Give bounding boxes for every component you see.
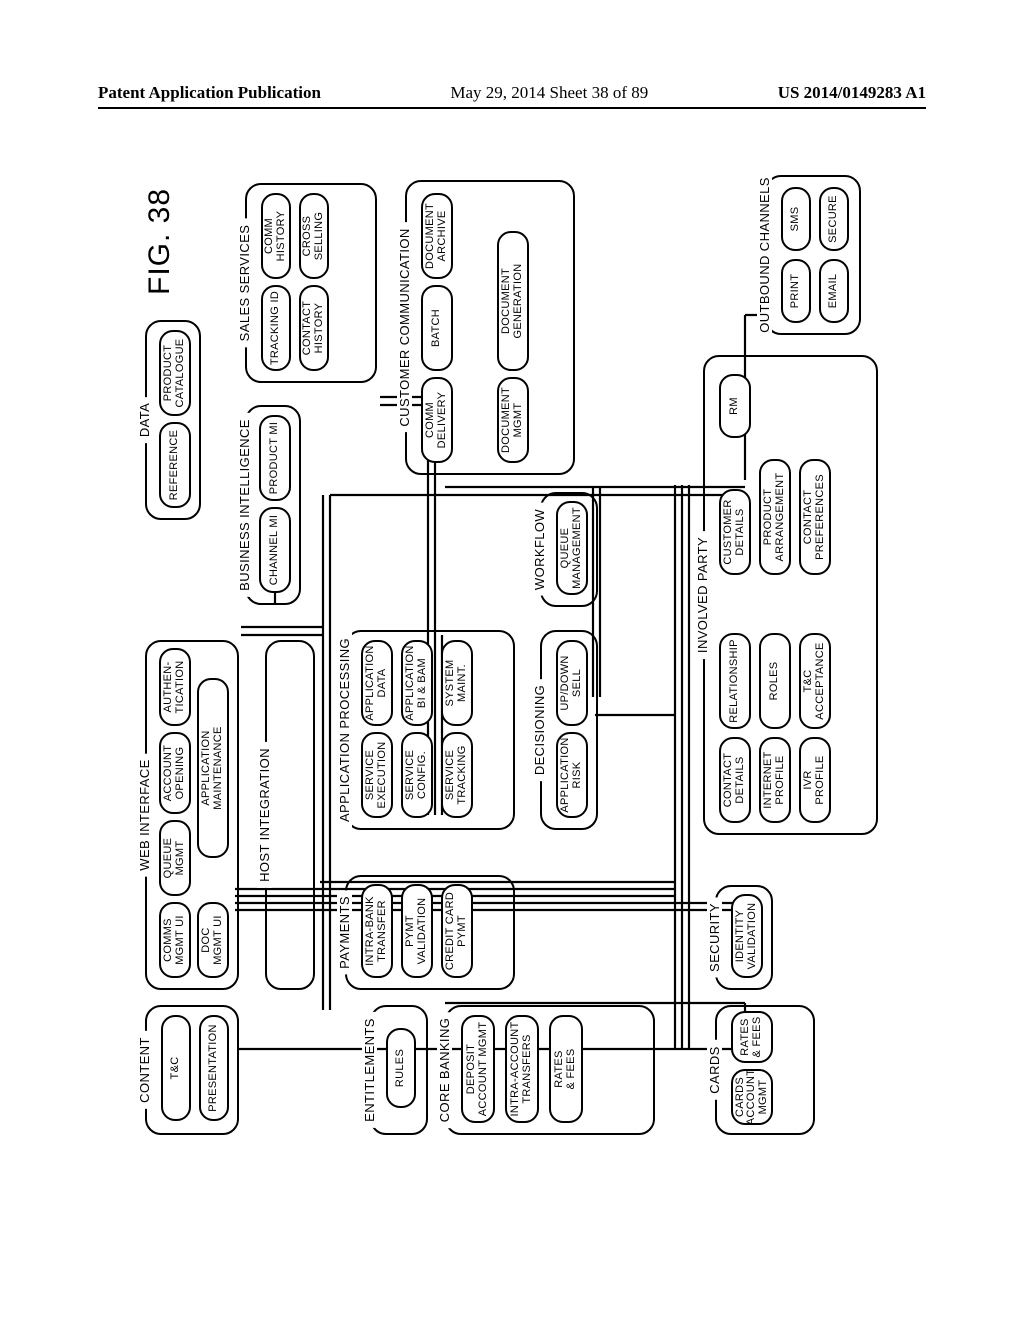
pill-cards-rates: RATES& FEES (731, 1011, 773, 1063)
pill-core-rates: RATES& FEES (549, 1015, 583, 1123)
diagram: FIG. 38 (145, 170, 880, 1135)
pill-channel-mi: CHANNEL MI (259, 507, 291, 593)
header-right: US 2014/0149283 A1 (778, 83, 926, 103)
pill-print: PRINT (781, 259, 811, 323)
group-security: SECURITY IDENTITYVALIDATION (715, 885, 773, 990)
pill-doc-ui: DOCMGMT UI (197, 902, 229, 978)
group-security-title: SECURITY (707, 897, 722, 978)
pill-contact-details: CONTACTDETAILS (719, 737, 751, 823)
pill-contact-pref: CONTACTPREFERENCES (799, 459, 831, 575)
pill-tc: T&C (161, 1015, 191, 1121)
group-appproc: APPLICATION PROCESSING SERVICEEXECUTION … (345, 630, 515, 830)
group-outbound: OUTBOUND CHANNELS PRINT SMS EMAIL SECURE (765, 175, 861, 335)
group-workflow: WORKFLOW QUEUEMANAGEMENT (540, 492, 598, 607)
pill-authentication: AUTHEN-TICATION (159, 648, 191, 726)
pill-tc-acceptance: T&CACCEPTANCE (799, 633, 831, 729)
pill-product-catalogue: PRODUCTCATALOGUE (159, 330, 191, 416)
group-cards-title: CARDS (707, 1040, 722, 1100)
group-custcomm-title: CUSTOMER COMMUNICATION (397, 222, 412, 432)
pill-rm: RM (719, 374, 751, 438)
pill-app-bibam: APPLICATIONBI & BAM (401, 640, 433, 726)
pill-reference: REFERENCE (159, 422, 191, 508)
pill-email: EMAIL (819, 259, 849, 323)
pill-tracking-id: TRACKING ID (261, 285, 291, 371)
group-host: HOST INTEGRATION (265, 640, 315, 990)
group-sales: SALES SERVICES TRACKING ID COMMHISTORY C… (245, 183, 377, 383)
pill-presentation: PRESENTATION (199, 1015, 229, 1121)
pill-product-arrangement: PRODUCTARRANGEMENT (759, 459, 791, 575)
header-rule (98, 107, 926, 109)
pill-relationship: RELATIONSHIP (719, 633, 751, 729)
group-sales-title: SALES SERVICES (237, 219, 252, 348)
group-bi: BUSINESS INTELLIGENCE CHANNEL MI PRODUCT… (245, 405, 301, 605)
group-cards: CARDS CARDSACCOUNTMGMT RATES& FEES (715, 1005, 815, 1135)
group-content-title: CONTENT (137, 1031, 152, 1109)
group-web-title: WEB INTERFACE (137, 753, 152, 876)
group-corebanking-title: CORE BANKING (437, 1012, 452, 1128)
group-payments: PAYMENTS INTRA-BANKTRANSFER PYMTVALIDATI… (345, 875, 515, 990)
pill-intra-account: INTRA-ACCOUNTTRANSFERS (505, 1015, 539, 1123)
pill-secure: SECURE (819, 187, 849, 251)
pill-account-opening: ACCOUNTOPENING (159, 732, 191, 814)
group-involvedparty-title: INVOLVED PARTY (695, 531, 710, 659)
group-appproc-title: APPLICATION PROCESSING (337, 632, 352, 828)
group-web: WEB INTERFACE COMMSMGMT UI QUEUEMGMT ACC… (145, 640, 239, 990)
pill-system-maint: SYSTEMMAINT. (441, 640, 473, 726)
pill-doc-mgmt: DOCUMENTMGMT (497, 377, 529, 463)
group-workflow-title: WORKFLOW (532, 503, 547, 596)
pill-sms: SMS (781, 187, 811, 251)
group-entitlements-title: ENTITLEMENTS (362, 1012, 377, 1128)
page-header: Patent Application Publication May 29, 2… (0, 83, 1024, 103)
pill-queue-mgmt2: QUEUEMANAGEMENT (556, 501, 588, 595)
pill-queue-mgmt: QUEUEMGMT (159, 820, 191, 896)
pill-customer-details: CUSTOMERDETAILS (719, 489, 751, 575)
pill-app-data: APPLICATIONDATA (361, 640, 393, 726)
group-data-title: DATA (137, 397, 152, 443)
group-involvedparty: INVOLVED PARTY CONTACTDETAILS RELATIONSH… (703, 355, 878, 835)
pill-doc-gen: DOCUMENTGENERATION (497, 231, 529, 371)
header-center: May 29, 2014 Sheet 38 of 89 (450, 83, 648, 103)
pill-app-maintenance: APPLICATIONMAINTENANCE (197, 678, 229, 858)
pill-cards-acct: CARDSACCOUNTMGMT (731, 1069, 773, 1125)
pill-product-mi: PRODUCT MI (259, 415, 291, 501)
header-left: Patent Application Publication (98, 83, 321, 103)
group-entitlements: ENTITLEMENTS RULES (370, 1005, 428, 1135)
pill-inet-profile: INTERNETPROFILE (759, 737, 791, 823)
pill-intrabank: INTRA-BANKTRANSFER (361, 884, 393, 978)
group-corebanking: CORE BANKING DEPOSITACCOUNT MGMT INTRA-A… (445, 1005, 655, 1135)
pill-service-tracking: SERVICETRACKING (441, 732, 473, 818)
group-payments-title: PAYMENTS (337, 890, 352, 975)
pill-rules: RULES (386, 1028, 416, 1108)
group-decisioning: DECISIONING APPLICATIONRISK UP/DOWNSELL (540, 630, 598, 830)
group-content: CONTENT T&C PRESENTATION (145, 1005, 239, 1135)
pill-updown: UP/DOWNSELL (556, 640, 588, 726)
group-outbound-title: OUTBOUND CHANNELS (757, 171, 772, 339)
pill-batch: BATCH (421, 285, 453, 371)
pill-comms-ui: COMMSMGMT UI (159, 902, 191, 978)
pill-roles: ROLES (759, 633, 791, 729)
group-custcomm: CUSTOMER COMMUNICATION COMMDELIVERY BATC… (405, 180, 575, 475)
pill-service-exec: SERVICEEXECUTION (361, 732, 393, 818)
pill-cross-selling: CROSSSELLING (299, 193, 329, 279)
group-decisioning-title: DECISIONING (532, 679, 547, 781)
pill-service-config: SERVICECONFIG. (401, 732, 433, 818)
group-host-title: HOST INTEGRATION (257, 742, 272, 888)
pill-app-risk: APPLICATIONRISK (556, 732, 588, 818)
pill-comm-delivery: COMMDELIVERY (421, 377, 453, 463)
pill-pymt-validation: PYMTVALIDATION (401, 884, 433, 978)
diagram-rotated: FIG. 38 (145, 170, 880, 1135)
group-bi-title: BUSINESS INTELLIGENCE (237, 413, 252, 597)
pill-comm-history: COMMHISTORY (261, 193, 291, 279)
pill-contact-history: CONTACTHISTORY (299, 285, 329, 371)
pill-deposit-acct: DEPOSITACCOUNT MGMT (461, 1015, 495, 1123)
pill-cc-pymt: CREDIT CARDPYMT (441, 884, 473, 978)
pill-ivr-profile: IVRPROFILE (799, 737, 831, 823)
pill-idval: IDENTITYVALIDATION (731, 894, 763, 978)
figure-label: FIG. 38 (143, 188, 177, 295)
pill-doc-archive: DOCUMENTARCHIVE (421, 193, 453, 279)
group-data: DATA REFERENCE PRODUCTCATALOGUE (145, 320, 201, 520)
